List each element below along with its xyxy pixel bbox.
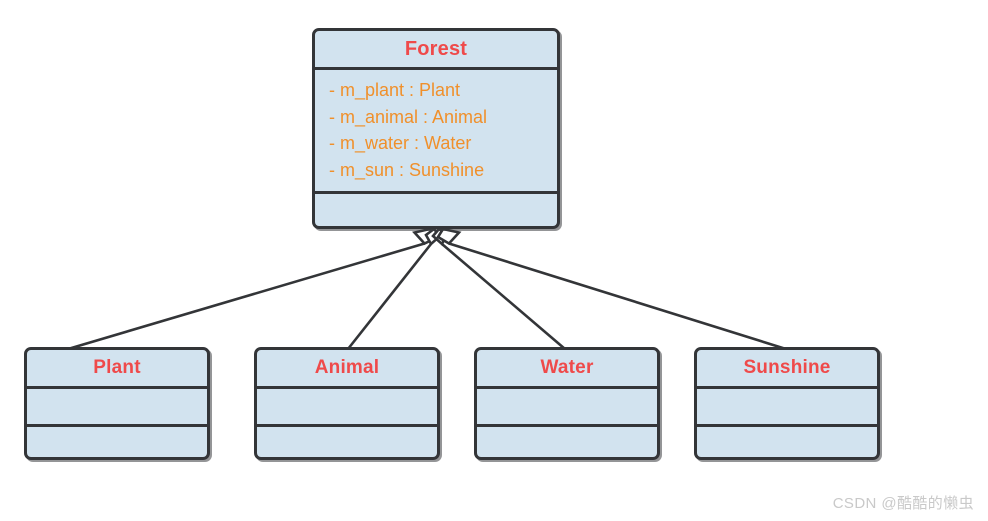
attributes-compartment-plant	[27, 386, 207, 424]
uml-class-animal[interactable]: Animal	[254, 347, 440, 460]
watermark-label: CSDN @酷酷的懒虫	[832, 495, 974, 512]
operations-compartment-sunshine	[697, 424, 877, 457]
attribute-row: - m_plant : Plant	[329, 80, 461, 101]
class-name-forest: Forest	[404, 37, 468, 60]
uml-class-plant[interactable]: Plant	[24, 347, 210, 460]
uml-class-water[interactable]: Water	[474, 347, 660, 460]
connector-forest-plant	[67, 242, 425, 351]
operations-compartment-animal	[257, 424, 437, 457]
diagram-canvas: Forest - m_plant : Plant - m_animal : An…	[0, 0, 988, 521]
uml-class-sunshine[interactable]: Sunshine	[694, 347, 880, 460]
attributes-compartment-forest: - m_plant : Plant - m_animal : Animal - …	[315, 67, 557, 190]
operations-compartment-forest	[315, 190, 557, 226]
attributes-compartment-animal	[257, 386, 437, 424]
uml-class-forest[interactable]: Forest - m_plant : Plant - m_animal : An…	[312, 28, 560, 229]
connector-forest-animal	[346, 243, 433, 350]
attribute-row: - m_water : Water	[329, 133, 472, 154]
class-name-sunshine: Sunshine	[743, 357, 831, 378]
attribute-row: - m_animal : Animal	[329, 106, 488, 127]
class-name-plant: Plant	[93, 357, 141, 378]
operations-compartment-plant	[27, 424, 207, 457]
attributes-compartment-sunshine	[697, 386, 877, 424]
attribute-row: - m_sun : Sunshine	[329, 159, 485, 180]
class-name-animal: Animal	[314, 357, 380, 378]
connector-forest-sunshine	[448, 242, 787, 351]
operations-compartment-water	[477, 424, 657, 457]
class-name-water: Water	[540, 357, 594, 378]
attributes-compartment-water	[477, 386, 657, 424]
